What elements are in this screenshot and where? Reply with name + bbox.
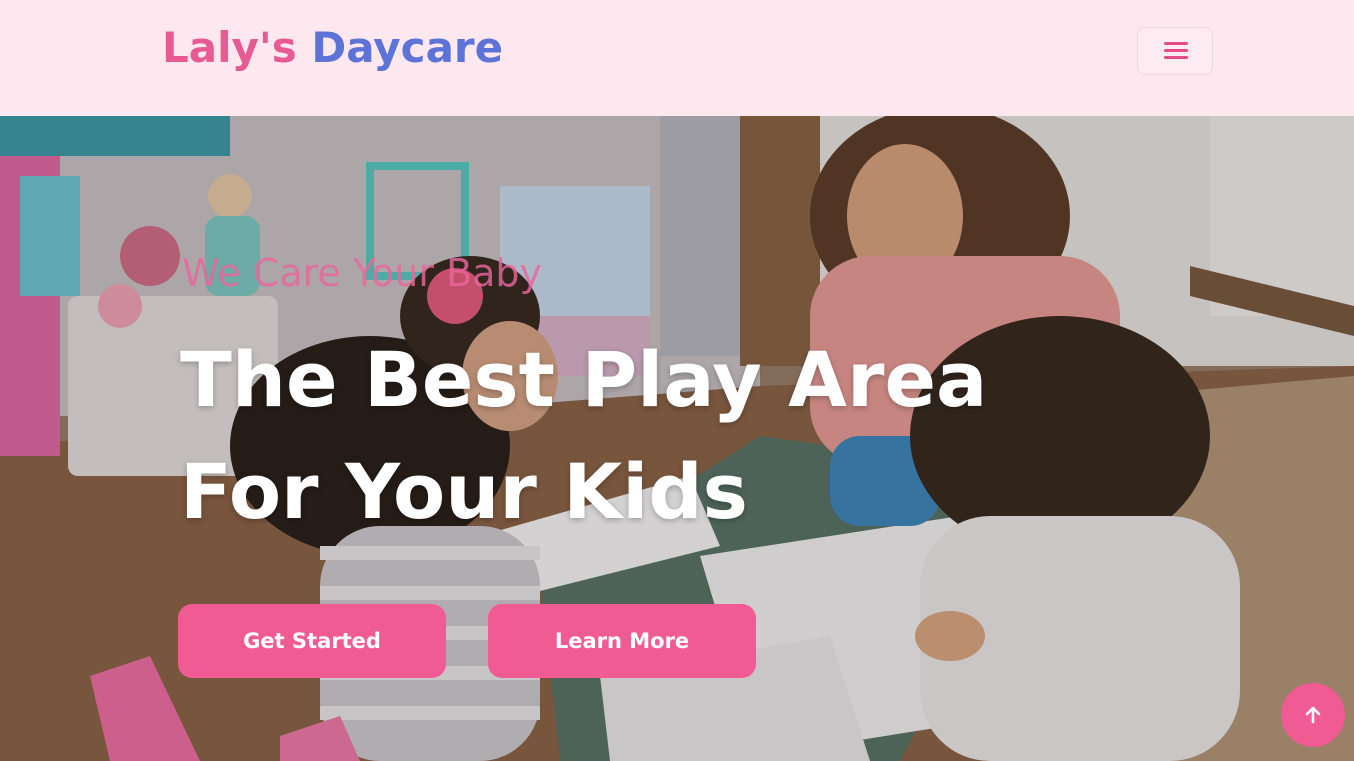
learn-more-button[interactable]: Learn More: [488, 604, 756, 678]
hamburger-menu-icon: [1164, 42, 1188, 45]
hero-eyebrow-text: We Care Your Baby: [182, 251, 543, 295]
hero-headline: The Best Play Area For Your Kids: [180, 324, 1180, 548]
navbar: Laly's Daycare: [0, 0, 1354, 116]
menu-toggle-button[interactable]: [1137, 27, 1213, 75]
hamburger-menu-icon-bar: [1164, 56, 1188, 59]
brand-logo[interactable]: Laly's Daycare: [162, 22, 503, 74]
hero-section: We Care Your Baby The Best Play Area For…: [0, 116, 1354, 761]
arrow-up-icon: [1305, 706, 1321, 724]
brand-name-part2: Daycare: [311, 23, 504, 72]
brand-name-part1: Laly's: [162, 23, 297, 72]
back-to-top-button[interactable]: [1281, 683, 1345, 747]
hero-headline-line1: The Best Play Area: [180, 335, 988, 424]
hamburger-menu-icon-bar: [1164, 49, 1188, 52]
get-started-button[interactable]: Get Started: [178, 604, 446, 678]
hero-headline-line2: For Your Kids: [180, 447, 748, 536]
